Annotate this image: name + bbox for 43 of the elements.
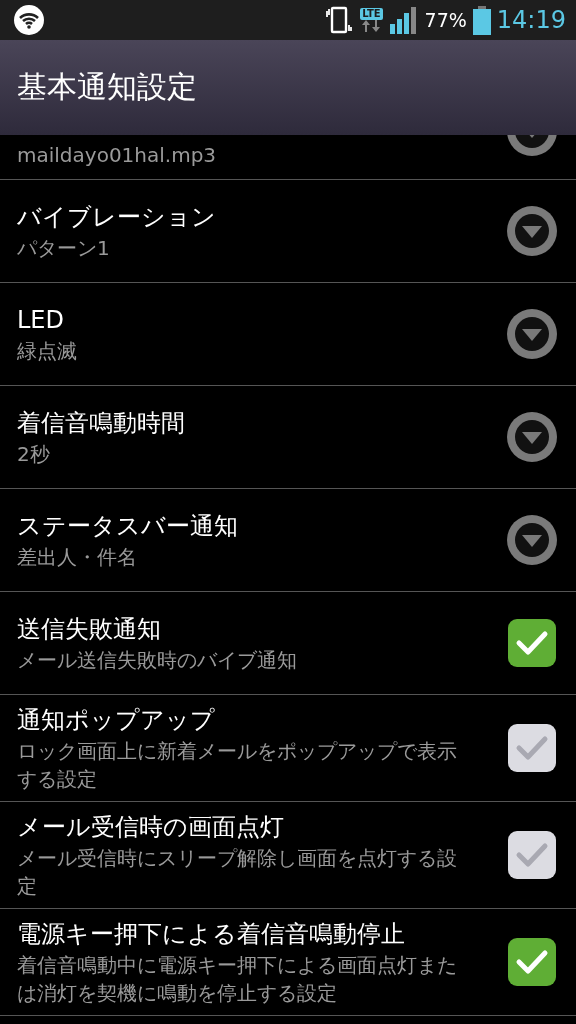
- setting-summary: 差出人・件名: [17, 544, 138, 571]
- checkbox[interactable]: [508, 938, 556, 986]
- setting-summary: 緑点滅: [17, 338, 78, 365]
- setting-summary: パターン1: [17, 235, 111, 262]
- setting-summary: 着信音鳴動中に電源キー押下による画面点灯または消灯を契機に鳴動を停止する設定: [17, 952, 458, 1007]
- setting-title: 通知ポップアップ: [17, 705, 216, 736]
- setting-row[interactable]: メール受信時の画面点灯 メール受信時にスリープ解除し画面を点灯する設定: [0, 802, 576, 909]
- checkbox[interactable]: [508, 831, 556, 879]
- data-arrows-icon: [361, 20, 382, 32]
- setting-value: maildayo01hal.mp3: [17, 142, 218, 169]
- setting-title: ステータスバー通知: [17, 511, 239, 542]
- checkbox[interactable]: [508, 724, 556, 772]
- setting-row[interactable]: バイブレーション パターン1: [0, 180, 576, 283]
- setting-title: LED: [17, 305, 65, 336]
- battery-icon: [472, 5, 491, 35]
- setting-title: バイブレーション: [17, 202, 217, 233]
- setting-row[interactable]: 通知ポップアップ ロック画面上に新着メールをポップアップで表示する設定: [0, 695, 576, 802]
- setting-summary: メール受信時にスリープ解除し画面を点灯する設定: [17, 845, 458, 900]
- battery-percent: 77%: [424, 9, 467, 31]
- setting-title: 電源キー押下による着信音鳴動停止: [17, 919, 406, 950]
- setting-summary: メール送信失敗時のバイブ通知: [17, 647, 298, 674]
- setting-title: メール受信時の画面点灯: [17, 812, 285, 843]
- dropdown-icon[interactable]: [506, 308, 558, 360]
- dropdown-icon[interactable]: [506, 514, 558, 566]
- setting-summary: 2秒: [17, 441, 51, 468]
- setting-row[interactable]: 送信失敗通知 メール送信失敗時のバイブ通知: [0, 592, 576, 695]
- vibrate-icon: [324, 5, 355, 35]
- signal-icon: [388, 5, 419, 35]
- network-label: LTE: [360, 8, 383, 20]
- checkbox[interactable]: [508, 619, 556, 667]
- setting-row[interactable]: 電源キー押下による着信音鳴動停止 着信音鳴動中に電源キー押下による画面点灯または消灯を契機に鳴動を停止する設定: [0, 909, 576, 1016]
- setting-row[interactable]: LED 緑点滅: [0, 283, 576, 386]
- setting-title: 送信失敗通知: [17, 614, 162, 645]
- wifi-icon: [14, 5, 44, 35]
- clock: 14:19: [496, 6, 566, 34]
- setting-row[interactable]: maildayo01hal.mp3: [0, 135, 576, 180]
- screen-title: 基本通知設定: [17, 68, 197, 106]
- setting-row[interactable]: ステータスバー通知 差出人・件名: [0, 489, 576, 592]
- setting-title: 着信音鳴動時間: [17, 408, 186, 439]
- setting-row[interactable]: 着信音鳴動時間 2秒: [0, 386, 576, 489]
- setting-summary: ロック画面上に新着メールをポップアップで表示する設定: [17, 738, 458, 793]
- dropdown-icon[interactable]: [506, 205, 558, 257]
- dropdown-icon[interactable]: [506, 411, 558, 463]
